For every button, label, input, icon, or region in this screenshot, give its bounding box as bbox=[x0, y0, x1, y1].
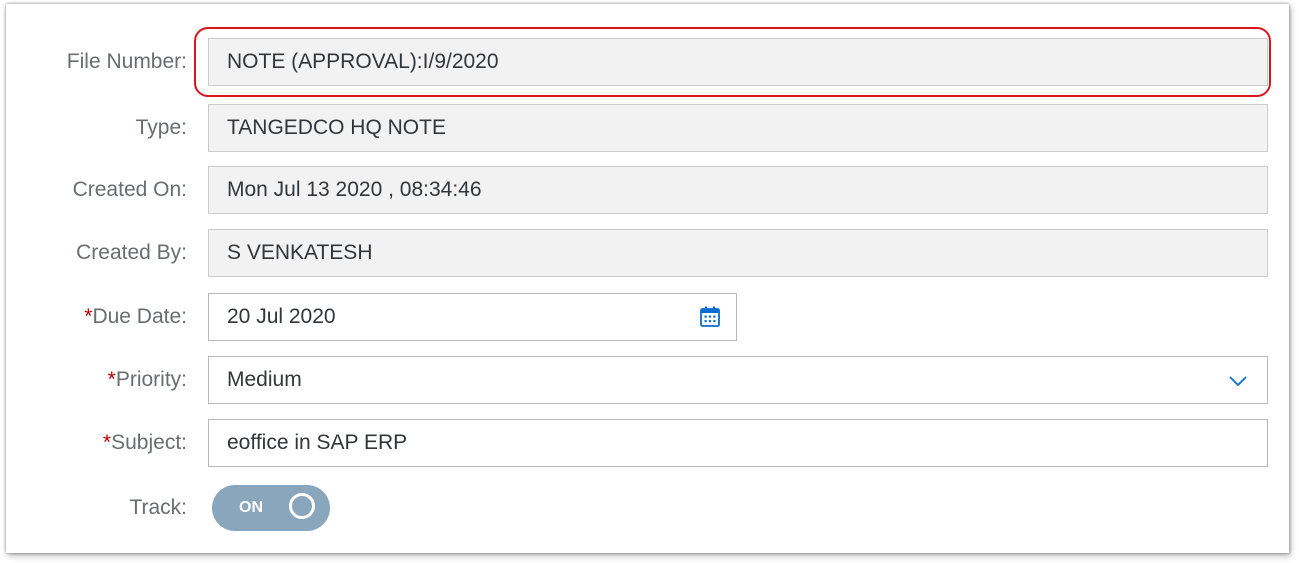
required-mark: * bbox=[102, 431, 112, 454]
due-date-value: 20 Jul 2020 bbox=[227, 305, 336, 328]
chevron-down-icon[interactable] bbox=[1227, 371, 1249, 391]
required-mark: * bbox=[107, 368, 116, 391]
calendar-icon[interactable] bbox=[698, 305, 722, 329]
priority-label: *Priority: bbox=[6, 355, 187, 405]
toggle-knob bbox=[289, 493, 315, 519]
subject-row: *Subject: eoffice in SAP ERP bbox=[6, 418, 1289, 468]
subject-input[interactable]: eoffice in SAP ERP bbox=[208, 419, 1268, 467]
created-on-label: Created On: bbox=[72, 178, 187, 201]
file-number-label: File Number: bbox=[66, 50, 187, 73]
priority-select[interactable]: Medium bbox=[208, 356, 1268, 404]
priority-row: *Priority: Medium bbox=[6, 355, 1289, 405]
type-field: TANGEDCO HQ NOTE bbox=[208, 104, 1268, 152]
track-toggle[interactable]: ON bbox=[212, 485, 330, 531]
due-date-label: *Due Date: bbox=[6, 292, 187, 342]
note-details-form: File Number: NOTE (APPROVAL):I/9/2020 Ty… bbox=[6, 4, 1289, 553]
track-row: Track: ON bbox=[6, 477, 1289, 539]
due-date-label-text: Due Date: bbox=[92, 305, 187, 328]
created-on-field: Mon Jul 13 2020 , 08:34:46 bbox=[208, 166, 1268, 214]
priority-value: Medium bbox=[227, 368, 302, 391]
type-row: Type: TANGEDCO HQ NOTE bbox=[6, 103, 1289, 153]
created-by-label: Created By: bbox=[76, 241, 187, 264]
track-label: Track: bbox=[129, 496, 187, 519]
created-on-row: Created On: Mon Jul 13 2020 , 08:34:46 bbox=[6, 165, 1289, 215]
created-by-field: S VENKATESH bbox=[208, 229, 1268, 277]
priority-label-text: Priority: bbox=[115, 368, 187, 391]
file-number-highlight bbox=[194, 27, 1271, 97]
toggle-on-text: ON bbox=[239, 499, 263, 516]
subject-label-text: Subject: bbox=[111, 431, 187, 454]
due-date-input[interactable]: 20 Jul 2020 bbox=[208, 293, 737, 341]
due-date-row: *Due Date: 20 Jul 2020 bbox=[6, 292, 1289, 342]
created-by-row: Created By: S VENKATESH bbox=[6, 228, 1289, 278]
type-label: Type: bbox=[135, 116, 187, 139]
subject-label: *Subject: bbox=[6, 418, 187, 468]
